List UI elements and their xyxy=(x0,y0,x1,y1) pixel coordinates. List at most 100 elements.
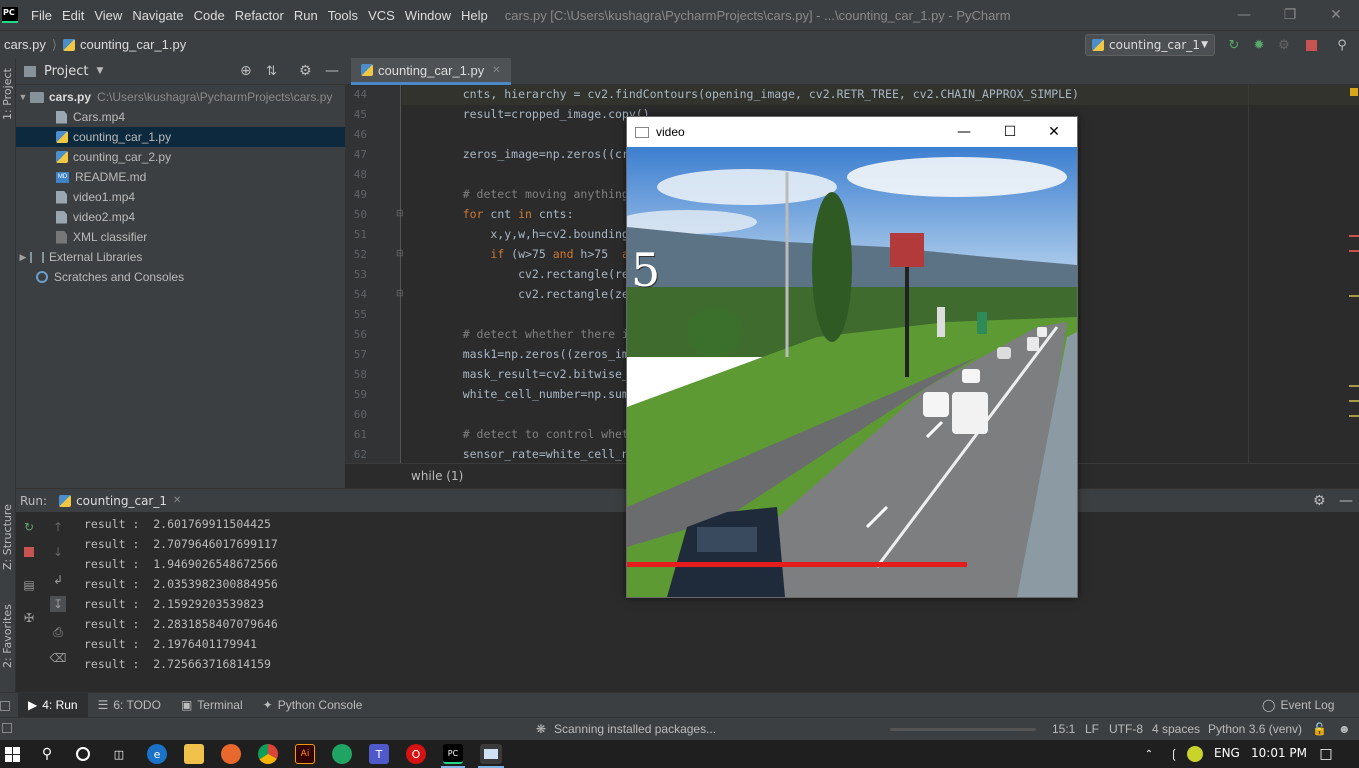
arrow-up-icon[interactable]: ↑ xyxy=(50,519,66,535)
task-view-icon[interactable]: ◫ xyxy=(109,744,129,764)
breadcrumb-file[interactable]: counting_car_1.py xyxy=(62,37,186,52)
firefox-icon[interactable] xyxy=(221,744,241,764)
video-window-taskbar-icon[interactable] xyxy=(480,744,502,764)
teams-icon[interactable]: T xyxy=(369,744,389,764)
menu-refactor[interactable]: Refactor xyxy=(230,8,289,23)
line-separator[interactable]: LF xyxy=(1085,722,1099,736)
close-icon[interactable]: ✕ xyxy=(173,495,181,506)
menu-run[interactable]: Run xyxy=(289,8,323,23)
warning-mark[interactable] xyxy=(1349,295,1359,297)
warning-mark[interactable] xyxy=(1349,400,1359,402)
tab-terminal[interactable]: ▣ Terminal xyxy=(171,693,253,718)
fold-icon[interactable]: ⊟ xyxy=(396,209,404,219)
close-icon[interactable]: ✕ xyxy=(1031,117,1077,147)
tree-file-selected[interactable]: counting_car_1.py xyxy=(16,127,345,147)
wifi-icon[interactable]: ❲ xyxy=(1164,744,1184,764)
layout-icon[interactable]: ▤ xyxy=(21,577,37,593)
menu-vcs[interactable]: VCS xyxy=(363,8,400,23)
gear-icon[interactable]: ⚙ xyxy=(299,63,312,79)
warning-mark[interactable] xyxy=(1349,415,1359,417)
coverage-icon[interactable]: ⚙ xyxy=(1275,36,1293,54)
search-icon[interactable]: ⚲ xyxy=(37,744,57,764)
indent-setting[interactable]: 4 spaces xyxy=(1152,722,1200,736)
caret-position[interactable]: 15:1 xyxy=(1052,722,1075,736)
gear-icon[interactable]: ⚙ xyxy=(1313,493,1326,509)
illustrator-icon[interactable]: Ai xyxy=(295,744,315,764)
tree-external-libraries[interactable]: ▶ External Libraries xyxy=(16,247,345,267)
tree-file[interactable]: video1.mp4 xyxy=(16,187,345,207)
tree-root[interactable]: ▼ cars.py C:\Users\kushagra\PycharmProje… xyxy=(16,87,345,107)
menu-window[interactable]: Window xyxy=(400,8,456,23)
minimize-icon[interactable]: — xyxy=(1221,0,1267,30)
inspector-icon[interactable]: ☻ xyxy=(1338,722,1351,736)
cortana-icon[interactable] xyxy=(73,744,93,764)
tree-file[interactable]: MD README.md xyxy=(16,167,345,187)
edge-icon[interactable]: e xyxy=(147,744,167,764)
event-log-button[interactable]: ◯ Event Log xyxy=(1252,693,1344,718)
error-mark[interactable] xyxy=(1349,250,1359,252)
run-tab[interactable]: counting_car_1 ✕ xyxy=(59,494,181,508)
tab-todo[interactable]: ☰ 6: TODO xyxy=(88,693,171,718)
favorites-tool-button[interactable]: 2: Favorites xyxy=(1,604,14,668)
project-panel-title[interactable]: Project xyxy=(44,64,88,79)
opera-icon[interactable]: O xyxy=(406,744,426,764)
warning-mark[interactable] xyxy=(1349,385,1359,387)
warning-icon[interactable] xyxy=(1350,88,1358,96)
collapse-all-icon[interactable]: ⇅ xyxy=(266,64,277,79)
app-tray-icon[interactable] xyxy=(1187,746,1203,762)
run-config-select[interactable]: counting_car_1 ▼ xyxy=(1085,34,1215,56)
tree-scratches[interactable]: Scratches and Consoles xyxy=(16,267,345,287)
error-mark[interactable] xyxy=(1349,235,1359,237)
project-tool-button[interactable]: 1: Project xyxy=(1,68,14,120)
search-icon[interactable]: ⚲ xyxy=(1333,36,1351,54)
soft-wrap-icon[interactable]: ↲ xyxy=(50,572,66,588)
maximize-icon[interactable]: ☐ xyxy=(987,117,1033,147)
trash-icon[interactable]: ⌫ xyxy=(50,650,67,666)
language-indicator[interactable]: ENG xyxy=(1214,746,1240,760)
stop-icon[interactable] xyxy=(21,544,37,560)
menu-help[interactable]: Help xyxy=(456,8,493,23)
tree-file[interactable]: XML classifier xyxy=(16,227,345,247)
tree-file[interactable]: Cars.mp4 xyxy=(16,107,345,127)
tab-counting-car-1[interactable]: counting_car_1.py ✕ xyxy=(351,58,511,85)
tab-python-console[interactable]: ✦ Python Console xyxy=(253,693,373,718)
tab-run[interactable]: ▶ 4: Run xyxy=(18,692,88,718)
python-interpreter[interactable]: Python 3.6 (venv) xyxy=(1208,722,1302,736)
pin-icon[interactable]: ✠ xyxy=(21,610,37,626)
editor-error-stripe[interactable] xyxy=(1347,85,1359,463)
close-icon[interactable]: ✕ xyxy=(492,65,500,76)
fold-icon[interactable]: ⊟ xyxy=(396,249,404,259)
debug-bug-icon[interactable]: ✹ xyxy=(1250,36,1268,54)
structure-tool-button[interactable]: Z: Structure xyxy=(1,504,14,570)
panel-toggle-icon[interactable] xyxy=(2,723,12,733)
hide-icon[interactable]: — xyxy=(325,63,339,79)
minimize-icon[interactable]: — xyxy=(941,117,987,147)
restore-icon[interactable]: ❐ xyxy=(1267,0,1313,30)
lock-icon[interactable]: 🔓 xyxy=(1312,722,1327,736)
close-icon[interactable]: ✕ xyxy=(1313,0,1359,30)
menu-navigate[interactable]: Navigate xyxy=(127,8,188,23)
menu-view[interactable]: View xyxy=(89,8,127,23)
locate-icon[interactable]: ⊕ xyxy=(240,63,252,79)
chrome-icon[interactable] xyxy=(258,744,278,764)
file-encoding[interactable]: UTF-8 xyxy=(1109,722,1143,736)
tree-file[interactable]: counting_car_2.py xyxy=(16,147,345,167)
menu-code[interactable]: Code xyxy=(189,8,230,23)
breadcrumb-while[interactable]: while (1) xyxy=(411,469,463,483)
clock[interactable]: 10:01 PM xyxy=(1251,746,1307,760)
app-green-icon[interactable] xyxy=(332,744,352,764)
menu-tools[interactable]: Tools xyxy=(323,8,363,23)
panel-toggle-icon[interactable] xyxy=(0,701,10,711)
notifications-icon[interactable]: □ xyxy=(1316,744,1336,764)
arrow-down-icon[interactable]: ↓ xyxy=(50,544,66,560)
menu-file[interactable]: File xyxy=(26,8,57,23)
chevron-up-icon[interactable]: ⌃ xyxy=(1139,744,1159,764)
print-icon[interactable]: ⎙ xyxy=(50,624,66,640)
hide-icon[interactable]: — xyxy=(1339,493,1353,509)
chevron-down-icon[interactable]: ▼ xyxy=(96,66,103,76)
windows-start-icon[interactable] xyxy=(2,744,22,764)
pycharm-taskbar-icon[interactable]: PC xyxy=(443,744,463,764)
stop-icon[interactable] xyxy=(1302,36,1320,54)
tree-file[interactable]: video2.mp4 xyxy=(16,207,345,227)
rerun-icon[interactable]: ↻ xyxy=(21,519,37,535)
